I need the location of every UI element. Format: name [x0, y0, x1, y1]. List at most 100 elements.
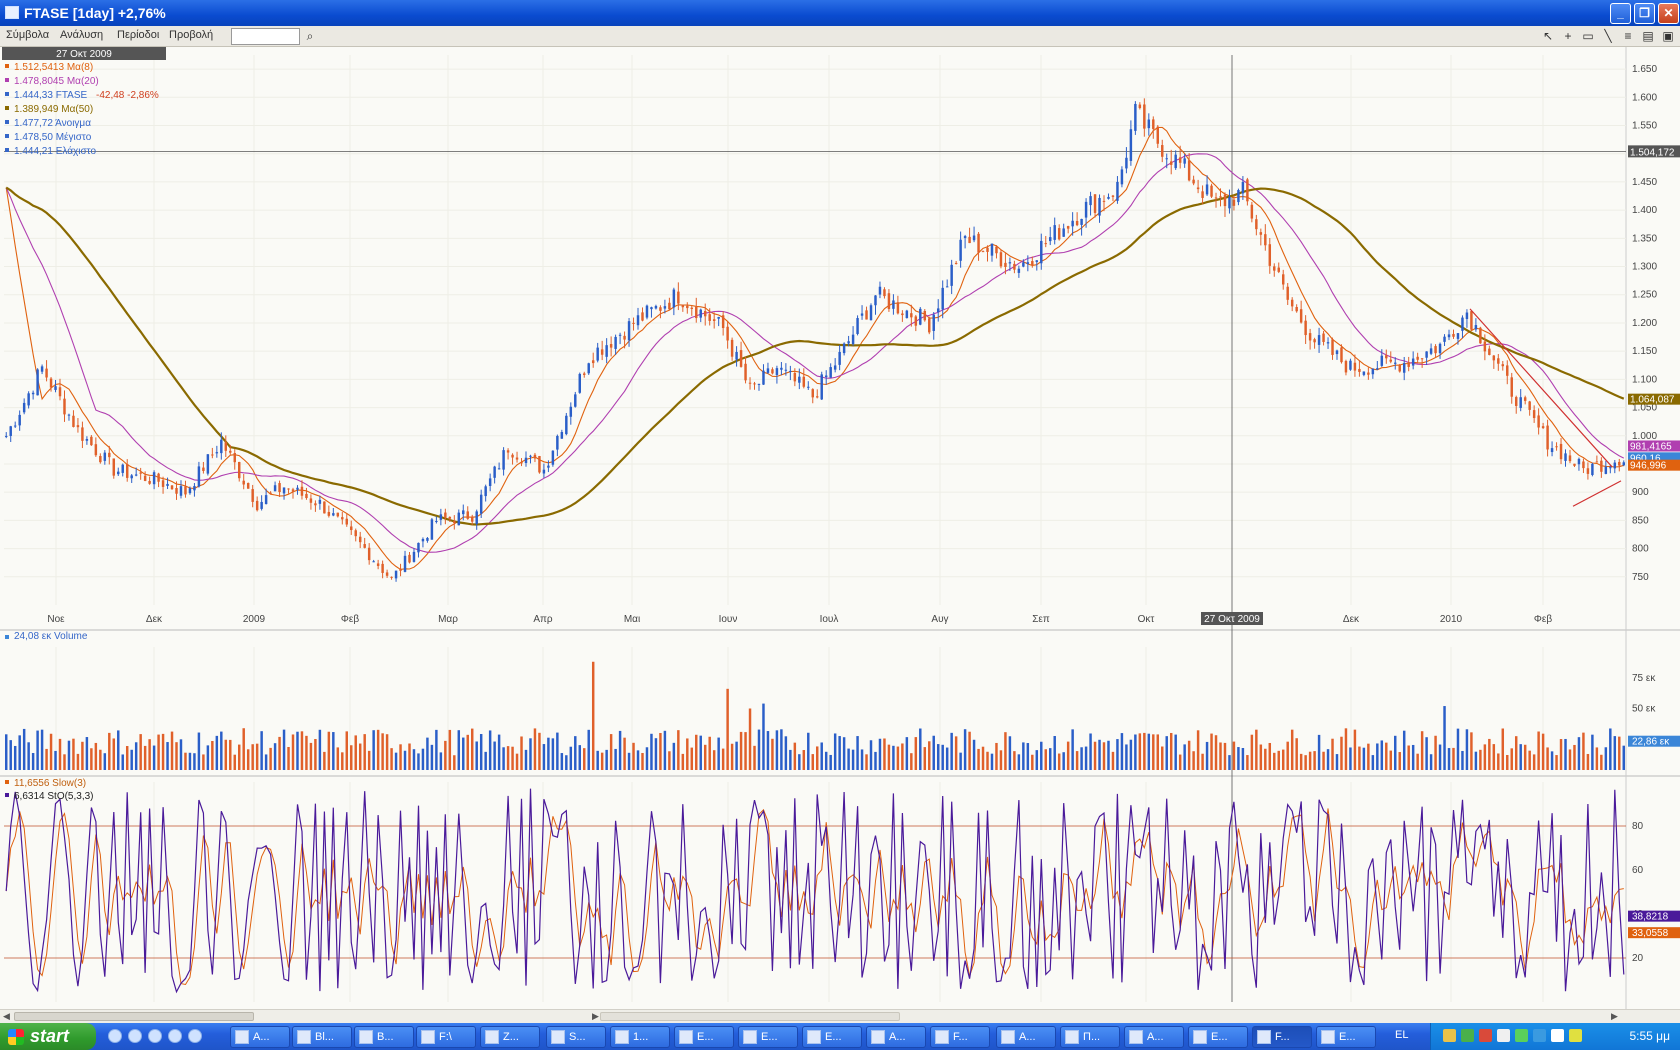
candle-body [1483, 341, 1487, 352]
taskbar-item[interactable]: S... [546, 1026, 606, 1048]
candle-body [739, 350, 743, 367]
candle-body [1250, 204, 1254, 219]
volume-bar [1111, 751, 1115, 770]
app-window-icon [1257, 1030, 1271, 1044]
taskbar-item[interactable]: E... [738, 1026, 798, 1048]
volume-bar [905, 737, 909, 770]
candle-body [278, 483, 281, 493]
volume-bar [1026, 743, 1030, 770]
language-indicator[interactable]: EL [1395, 1029, 1408, 1041]
volume-bar [1591, 734, 1594, 770]
candle-body [1340, 347, 1343, 363]
quick-launch-icon[interactable] [188, 1029, 202, 1043]
quick-launch-icon[interactable] [108, 1029, 122, 1043]
tray-icon-5[interactable] [1515, 1029, 1528, 1042]
rectangle-tool-icon[interactable]: ▭ [1580, 28, 1596, 44]
volume-bar [376, 729, 380, 770]
app-window-icon [615, 1030, 629, 1044]
volume-bar [462, 737, 465, 770]
volume-y-tick: 50 εκ [1632, 704, 1656, 715]
tray-icon-4[interactable] [1497, 1029, 1510, 1042]
symbol-search-input[interactable] [231, 28, 300, 45]
maximize-button[interactable]: ❐ [1634, 3, 1655, 24]
scroll-thumb[interactable] [14, 1012, 254, 1021]
volume-bar [883, 738, 886, 770]
taskbar-item-label: 1... [633, 1031, 649, 1043]
candle-body [887, 293, 891, 310]
app-window-icon [871, 1030, 885, 1044]
app-window-icon [935, 1030, 949, 1044]
minimize-button[interactable]: _ [1610, 3, 1631, 24]
tray-icon-7[interactable] [1551, 1029, 1564, 1042]
menu-periods[interactable]: Περίοδοι [117, 29, 159, 41]
quick-launch-icon[interactable] [168, 1029, 182, 1043]
taskbar-item[interactable]: Z... [480, 1026, 540, 1048]
horizontal-scrollbar[interactable]: ◀ ▶ ▶ [0, 1009, 1680, 1023]
candle-body [609, 344, 613, 348]
tray-icon-2[interactable] [1461, 1029, 1474, 1042]
taskbar-item[interactable]: A... [866, 1026, 926, 1048]
app-window-icon [1065, 1030, 1079, 1044]
start-button[interactable]: start [0, 1023, 96, 1050]
volume-bar [1237, 747, 1240, 770]
volume-bar [533, 728, 537, 770]
taskbar-item[interactable]: B... [354, 1026, 414, 1048]
candle-body [157, 473, 160, 482]
candle-body [695, 306, 698, 319]
levels-tool-icon[interactable]: ≡ [1620, 28, 1636, 44]
taskbar-item[interactable]: 1... [610, 1026, 670, 1048]
candle-body [1613, 462, 1617, 469]
tray-icon-1[interactable] [1443, 1029, 1456, 1042]
candle-body [1600, 460, 1603, 472]
taskbar-item[interactable]: A... [230, 1026, 290, 1048]
taskbar-item-label: F:\ [439, 1031, 452, 1043]
taskbar-item[interactable]: E... [1316, 1026, 1376, 1048]
chart-svg[interactable]: 1.6501.6001.5501.5001.4501.4001.3501.300… [0, 47, 1680, 1009]
volume-bar [735, 741, 738, 770]
candle-body [336, 512, 340, 517]
candle-body [269, 492, 272, 494]
candle-body [358, 536, 362, 543]
volume-bar [923, 747, 927, 770]
chart-tool-icon[interactable]: ▤ [1640, 28, 1656, 44]
taskbar-item[interactable]: F:\ [416, 1026, 476, 1048]
scroll-end-icon[interactable]: ▶ [1611, 1011, 1618, 1022]
taskbar-item[interactable]: F... [1252, 1026, 1312, 1048]
save-icon[interactable]: ▣ [1660, 28, 1676, 44]
taskbar-item[interactable]: A... [996, 1026, 1056, 1048]
volume-bar [103, 753, 107, 770]
tray-icon-3[interactable] [1479, 1029, 1492, 1042]
taskbar-item[interactable]: E... [802, 1026, 862, 1048]
tray-icon-8[interactable] [1569, 1029, 1582, 1042]
taskbar-item[interactable]: F... [930, 1026, 990, 1048]
volume-bar [641, 752, 644, 770]
volume-bar [278, 736, 281, 770]
candle-body [690, 307, 694, 309]
scroll-right-icon[interactable]: ▶ [592, 1011, 599, 1022]
taskbar-item[interactable]: E... [674, 1026, 734, 1048]
menu-symbols[interactable]: Σύμβολα [6, 29, 49, 41]
tray-icon-6[interactable] [1533, 1029, 1546, 1042]
chart-area[interactable]: 1.6501.6001.5501.5001.4501.4001.3501.300… [0, 47, 1680, 1009]
taskbar-item[interactable]: E... [1188, 1026, 1248, 1048]
taskbar-item[interactable]: Bl... [292, 1026, 352, 1048]
candle-body [1286, 286, 1289, 300]
quick-launch-icon[interactable] [148, 1029, 162, 1043]
taskbar-item[interactable]: Π... [1060, 1026, 1120, 1048]
scroll-left-icon[interactable]: ◀ [3, 1011, 10, 1022]
candle-body [421, 538, 425, 542]
crosshair-tool-icon[interactable]: + [1560, 28, 1576, 44]
candle-body [1013, 263, 1016, 270]
close-button[interactable]: ✕ [1658, 3, 1679, 24]
scroll-thumb-secondary[interactable] [600, 1012, 900, 1021]
last-value-label: 1.064,087 [1630, 395, 1675, 406]
pointer-tool-icon[interactable]: ↖ [1540, 28, 1556, 44]
line-tool-icon[interactable]: ╲ [1600, 28, 1616, 44]
quick-launch-icon[interactable] [128, 1029, 142, 1043]
x-axis-tick: Απρ [533, 614, 553, 625]
search-icon[interactable]: ⌕ [302, 28, 318, 44]
candle-body [1134, 103, 1137, 131]
menu-analysis[interactable]: Ανάλυση [60, 29, 103, 41]
menu-view[interactable]: Προβολή [169, 29, 213, 41]
taskbar-item[interactable]: A... [1124, 1026, 1184, 1048]
